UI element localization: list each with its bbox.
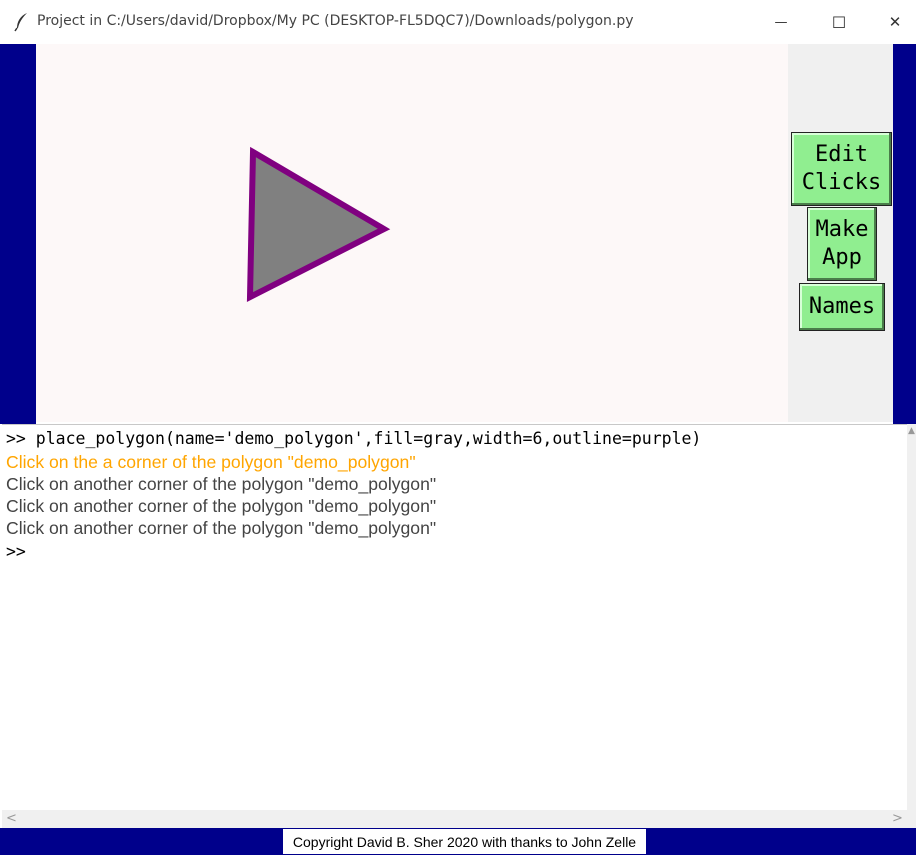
command-line: >> place_polygon(name='demo_polygon',fil… <box>6 429 702 448</box>
horizontal-scrollbar[interactable]: < > <box>2 810 916 828</box>
scroll-right-icon[interactable]: > <box>892 811 903 826</box>
close-button[interactable]: ✕ <box>872 0 916 44</box>
title-bar: Project in C:/Users/david/Dropbox/My PC … <box>0 0 916 45</box>
console-message: Click on another corner of the polygon "… <box>6 518 437 538</box>
scroll-left-icon[interactable]: < <box>6 811 17 826</box>
make-app-button[interactable]: Make App <box>807 207 877 281</box>
close-icon: ✕ <box>888 13 902 31</box>
names-button[interactable]: Names <box>799 283 885 331</box>
window-title: Project in C:/Users/david/Dropbox/My PC … <box>37 13 634 29</box>
background-strip-left <box>0 44 36 424</box>
edit-clicks-button[interactable]: Edit Clicks <box>791 132 892 206</box>
console-message: Click on another corner of the polygon "… <box>6 496 437 516</box>
drawing-canvas[interactable] <box>36 44 788 422</box>
polygon-layer <box>246 146 391 302</box>
console-output[interactable]: >> place_polygon(name='demo_polygon',fil… <box>2 424 907 811</box>
console-message: Click on another corner of the polygon "… <box>6 474 437 494</box>
vertical-scrollbar[interactable]: ▲ <box>907 424 916 810</box>
console-message: Click on the a corner of the polygon "de… <box>6 452 416 472</box>
scroll-up-icon[interactable]: ▲ <box>907 426 916 436</box>
background-strip-right <box>893 44 916 424</box>
maximize-button[interactable]: ☐ <box>816 0 862 44</box>
console-prompt[interactable]: >> <box>6 542 26 561</box>
minimize-button[interactable]: — <box>758 0 804 44</box>
copyright-label: Copyright David B. Sher 2020 with thanks… <box>283 829 646 854</box>
minimize-icon: — <box>774 14 788 30</box>
feather-icon <box>14 13 27 32</box>
demo-polygon[interactable] <box>246 146 391 302</box>
maximize-icon: ☐ <box>831 12 847 32</box>
